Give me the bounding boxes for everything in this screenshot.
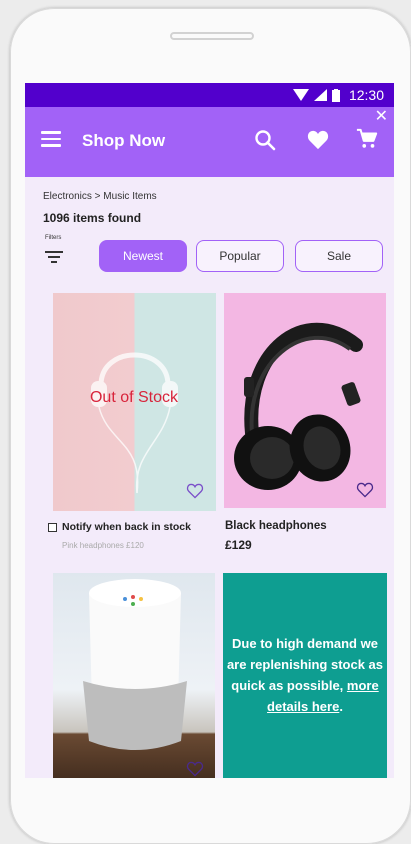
favorite-icon[interactable]	[356, 482, 374, 498]
notify-checkbox[interactable]	[48, 522, 57, 532]
app-screen: 12:30 Shop Now ✕ Electronics > Music Ite…	[25, 83, 394, 778]
product-image	[53, 573, 215, 778]
speaker-image	[83, 579, 187, 750]
product-image	[224, 293, 386, 508]
product-note: Pink headphones £120	[62, 541, 144, 550]
headphones-image	[234, 322, 363, 490]
wifi-icon	[292, 89, 309, 101]
status-bar: 12:30	[25, 83, 394, 107]
app-bar: Shop Now ✕	[25, 107, 394, 177]
product-price: £129	[225, 538, 252, 552]
menu-icon[interactable]	[41, 131, 61, 151]
cart-icon[interactable]	[356, 128, 378, 150]
heart-icon[interactable]	[307, 130, 329, 150]
breadcrumb[interactable]: Electronics > Music Items	[43, 191, 157, 202]
phone-frame: 12:30 Shop Now ✕ Electronics > Music Ite…	[10, 8, 411, 844]
product-name[interactable]: Black headphones	[225, 520, 327, 532]
notify-back-in-stock[interactable]: Notify when back in stock	[48, 521, 191, 533]
filters-label: Filters	[45, 235, 62, 241]
search-icon[interactable]	[254, 129, 276, 151]
close-icon[interactable]: ✕	[375, 109, 388, 125]
favorite-icon[interactable]	[186, 761, 204, 777]
product-card-black-headphones[interactable]	[224, 293, 386, 508]
product-card-pink-headphones[interactable]: Out of Stock	[53, 293, 216, 511]
battery-icon	[331, 88, 340, 102]
favorite-icon[interactable]	[186, 483, 204, 499]
chip-sale[interactable]: Sale	[295, 240, 383, 272]
notify-label: Notify when back in stock	[62, 521, 191, 533]
chip-newest[interactable]: Newest	[99, 240, 187, 272]
status-time: 12:30	[348, 87, 384, 103]
phone-speaker	[170, 32, 254, 40]
app-title: Shop Now	[82, 131, 166, 150]
chip-popular[interactable]: Popular	[196, 240, 284, 272]
results-count: 1096 items found	[43, 211, 142, 225]
product-image: Out of Stock	[53, 293, 216, 511]
promo-text-end: .	[339, 699, 343, 714]
promo-card: Due to high demand we are replenishing s…	[223, 573, 387, 778]
product-card-smart-speaker[interactable]	[53, 573, 215, 778]
signal-icon	[313, 89, 327, 101]
out-of-stock-label: Out of Stock	[89, 389, 179, 406]
filter-icon[interactable]	[45, 251, 63, 265]
